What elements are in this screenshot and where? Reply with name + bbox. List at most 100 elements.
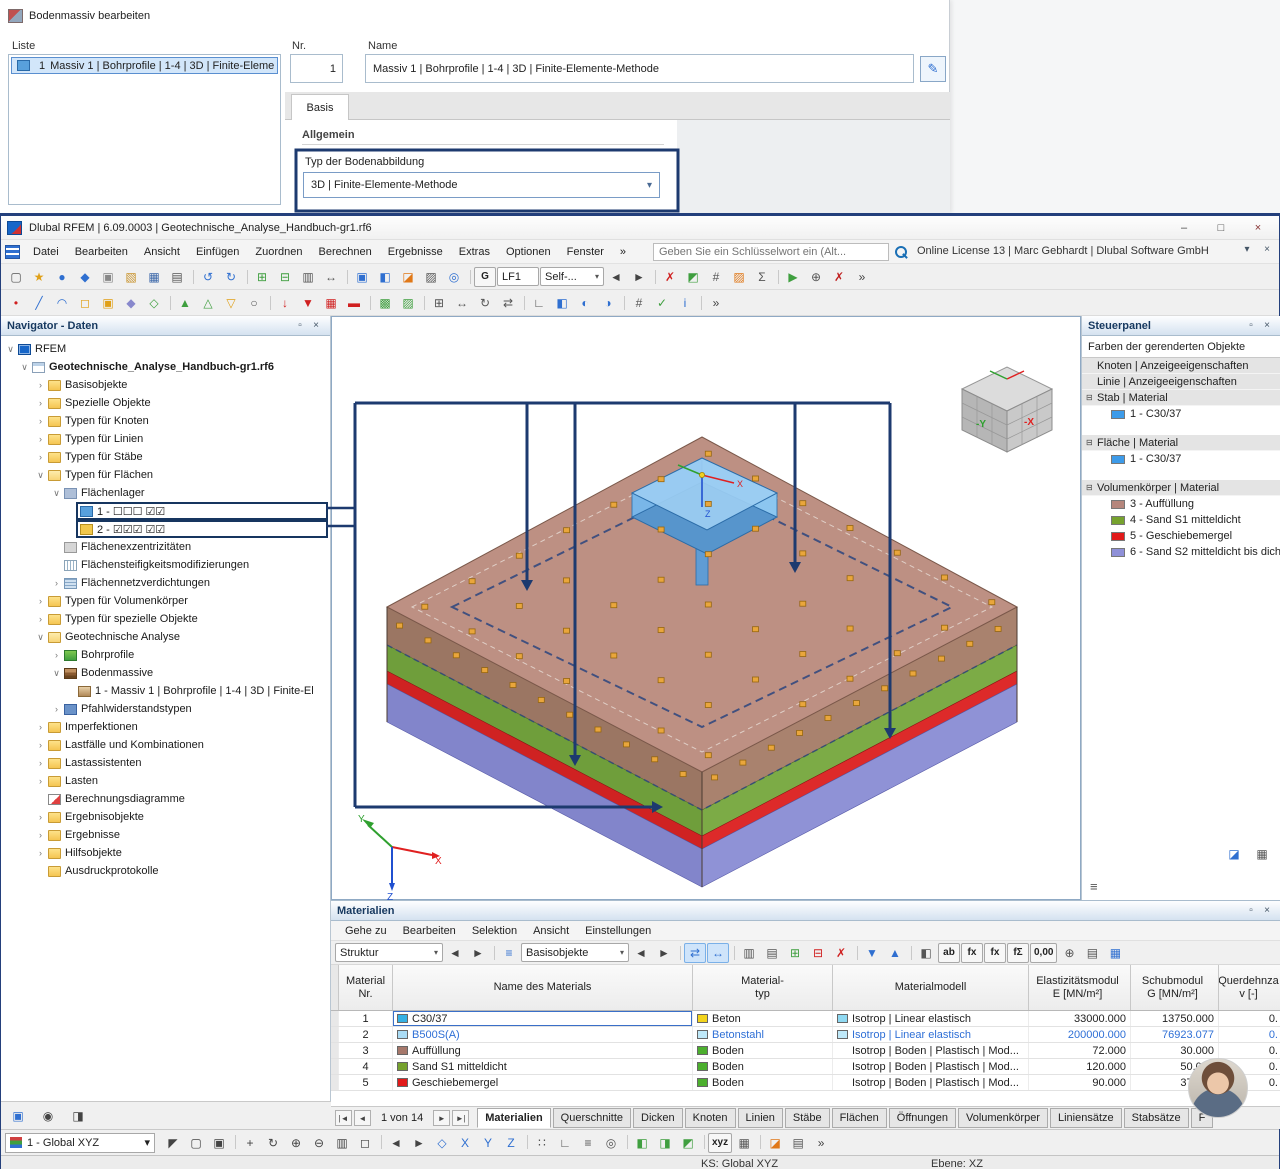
close-panel-icon[interactable]: × (1259, 320, 1275, 331)
tree-item[interactable]: › Spezielle Objekte (1, 394, 330, 412)
tree-item[interactable]: ∨ Geotechnische Analyse (1, 628, 330, 646)
toolbar-icon[interactable] (166, 294, 173, 312)
expander-icon[interactable]: › (35, 452, 46, 462)
table-rows-icon[interactable]: ▤ (761, 943, 783, 963)
fx-sum-icon[interactable]: fΣ (1007, 942, 1029, 963)
panel-row[interactable]: Linie | Anzeigeeigenschaften (1082, 374, 1280, 390)
tree-item[interactable]: Flächenexzentrizitäten (1, 538, 330, 556)
free-load-icon[interactable]: ▬ (343, 293, 365, 313)
open-icon[interactable]: ▧ (120, 267, 142, 287)
rotate-object-icon[interactable]: ↻ (474, 293, 496, 313)
search-icon[interactable] (894, 245, 908, 259)
hinge-icon[interactable]: ○ (243, 293, 265, 313)
expander-icon[interactable]: › (51, 704, 62, 714)
tree-item[interactable]: › Basisobjekte (1, 376, 330, 394)
print-icon[interactable]: ▤ (166, 267, 188, 287)
visibility-eye-icon[interactable]: ◉ (37, 1106, 59, 1126)
table-tab[interactable]: Flächen (831, 1108, 887, 1128)
expander-icon[interactable]: › (35, 380, 46, 390)
panel-row[interactable]: 4 - Sand S1 mitteldicht (1082, 512, 1280, 528)
table-tab[interactable]: Volumenkörper (957, 1108, 1048, 1128)
check-model-icon[interactable]: ✓ (651, 293, 673, 313)
panel-color-mode[interactable]: Farben der gerenderten Objekte (1082, 336, 1280, 358)
nodal-load-icon[interactable]: ↓ (274, 293, 296, 313)
column-header[interactable]: Elastizitätsmodul E [MN/m²] (1029, 965, 1131, 1010)
calculate-icon[interactable]: ▶ (782, 267, 804, 287)
snap-points-icon[interactable]: ◎ (600, 1133, 622, 1153)
visibility-filter-icon[interactable]: ◐ (574, 293, 596, 313)
line-load-icon[interactable]: ▼ (297, 293, 319, 313)
row-selector[interactable] (331, 1043, 339, 1058)
expander-icon[interactable]: › (35, 758, 46, 768)
export-table-icon[interactable]: ▲ (884, 943, 906, 963)
expander-icon[interactable]: › (51, 650, 62, 660)
cat-next-icon[interactable]: ► (653, 943, 675, 963)
menu-item[interactable]: Datei (25, 243, 67, 261)
workplane-xy-icon[interactable]: ◧ (631, 1133, 653, 1153)
massive-list-item[interactable]: 1 Massiv 1 | Bohrprofile | 1-4 | 3D | Fi… (11, 57, 278, 74)
tree-item[interactable]: ∨ Geotechnische_Analyse_Handbuch-gr1.rf6 (1, 358, 330, 376)
soil-model-scene[interactable]: X Z -Y -X X Y Z (332, 317, 1082, 901)
tree-item[interactable]: ∨ RFEM (1, 340, 330, 358)
close-button[interactable]: × (1243, 219, 1273, 237)
sum-icon[interactable]: Σ (751, 267, 773, 287)
table-filter-icon[interactable]: ≡ (498, 943, 520, 963)
panel-menu-icon[interactable]: ≡ (1090, 879, 1098, 894)
massive-list[interactable]: 1 Massiv 1 | Bohrprofile | 1-4 | 3D | Fi… (8, 54, 281, 205)
results-toggle-icon[interactable]: ◪ (764, 1133, 786, 1153)
minimize-button[interactable]: – (1169, 219, 1199, 237)
table-tab[interactable]: Materialien (477, 1108, 551, 1128)
expander-icon[interactable]: › (35, 722, 46, 732)
panel-row[interactable]: ⊟ Volumenkörper | Material (1082, 480, 1280, 496)
table-menu-item[interactable]: Ansicht (525, 922, 577, 940)
zoom-out-icon[interactable]: ⊖ (308, 1133, 330, 1153)
table-settings-icon[interactable]: ⊕ (1058, 943, 1080, 963)
maximize-button[interactable]: □ (1206, 219, 1236, 237)
expander-icon[interactable]: ∨ (35, 470, 46, 481)
redo-icon[interactable]: ↻ (220, 267, 242, 287)
collapse-icon[interactable]: ⊟ (1086, 438, 1097, 447)
table-toolbar-icon[interactable] (853, 944, 860, 962)
toolbar-icon[interactable] (420, 294, 427, 312)
insert-surface-icon[interactable]: ◻ (74, 293, 96, 313)
view-toolbar-icon[interactable] (231, 1133, 238, 1151)
column-header[interactable]: Material- typ (693, 965, 833, 1010)
expander-icon[interactable]: › (35, 830, 46, 840)
panel-row[interactable]: ⊟ Stab | Material (1082, 390, 1280, 406)
material-row[interactable]: 4 Sand S1 mitteldicht Boden Isotrop | Bo… (331, 1059, 1280, 1075)
bim-link-icon[interactable]: ◆ (74, 267, 96, 287)
surface-support-icon[interactable]: ▽ (220, 293, 242, 313)
collapse-icon[interactable]: ⊟ (1086, 483, 1097, 492)
expander-icon[interactable]: › (35, 848, 46, 858)
table-toolbar-icon[interactable] (730, 944, 737, 962)
settings-icon[interactable]: ⊕ (805, 267, 827, 287)
table-next-icon[interactable]: ► (467, 943, 489, 963)
column-header[interactable] (331, 965, 339, 1010)
dimensions-icon[interactable]: ↔ (320, 267, 342, 287)
float-panel-icon[interactable]: ▫ (1243, 905, 1259, 916)
expander-icon[interactable]: ∨ (51, 668, 62, 679)
view-z-icon[interactable]: Z (500, 1133, 522, 1153)
insert-line-icon[interactable]: ╱ (28, 293, 50, 313)
surface-load-icon[interactable]: ▦ (320, 293, 342, 313)
save-icon[interactable]: ▦ (143, 267, 165, 287)
table-columns-icon[interactable]: ▥ (738, 943, 760, 963)
delete-results-icon[interactable]: ✗ (659, 267, 681, 287)
table-print-icon[interactable]: ▤ (1081, 943, 1103, 963)
show-results-icon[interactable]: ◩ (682, 267, 704, 287)
insert-section-icon[interactable]: ◇ (143, 293, 165, 313)
column-header[interactable]: Querdehnza v [-] (1219, 965, 1280, 1010)
zoom-window-icon[interactable]: ▥ (331, 1133, 353, 1153)
tree-item[interactable]: › Flächennetzverdichtungen (1, 574, 330, 592)
table-toolbar-icon[interactable] (907, 944, 914, 962)
tree-item[interactable]: Flächensteifigkeitsmodifizierungen (1, 556, 330, 574)
expander-icon[interactable]: › (35, 398, 46, 408)
table-category-combo[interactable]: Basisobjekte ▾ (521, 943, 629, 962)
undo-icon[interactable]: ↺ (197, 267, 219, 287)
expander-icon[interactable]: › (35, 416, 46, 426)
view-x-icon[interactable]: X (454, 1133, 476, 1153)
units-display[interactable]: 0,00 (1030, 942, 1058, 963)
first-table-button[interactable]: |◄ (335, 1110, 352, 1126)
expander-icon[interactable]: › (35, 812, 46, 822)
snapshot-icon[interactable]: ▨ (420, 267, 442, 287)
